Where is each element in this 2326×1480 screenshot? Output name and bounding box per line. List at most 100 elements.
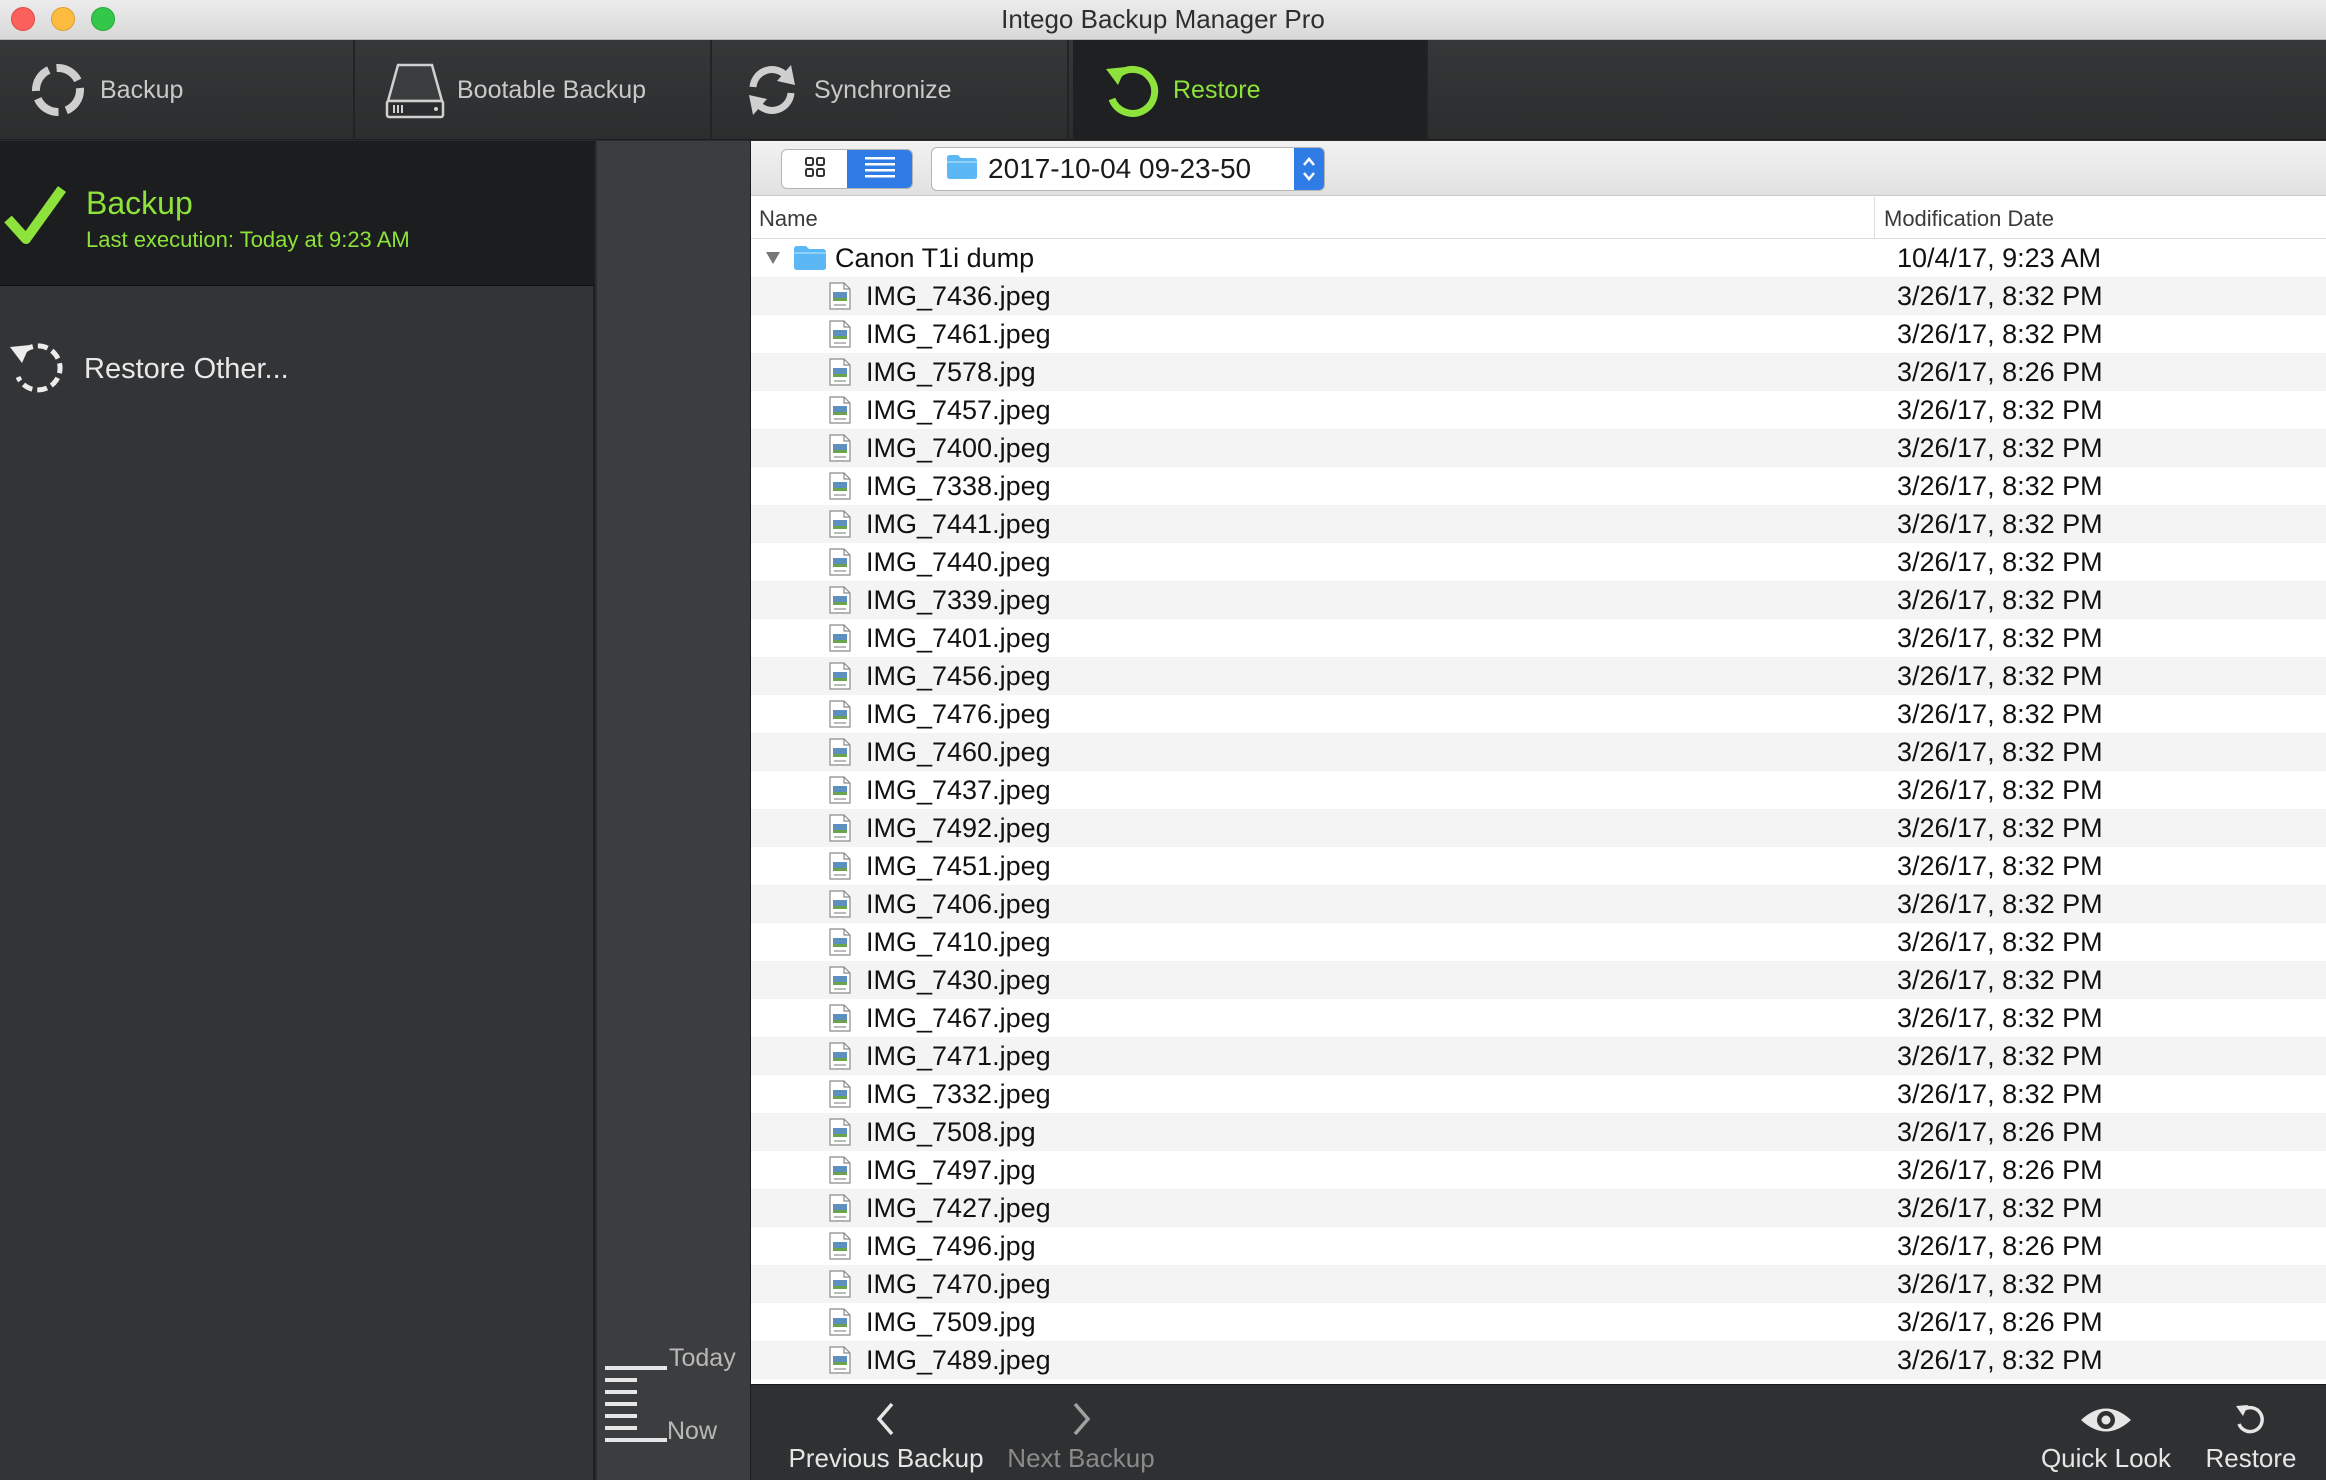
name-column-header[interactable]: Name	[759, 206, 818, 232]
sidebar-backup-last-execution: Last execution: Today at 9:23 AM	[86, 227, 410, 252]
grid-icon	[804, 156, 826, 183]
image-file-icon	[829, 1042, 851, 1075]
file-row[interactable]: IMG_7457.jpeg 3/26/17, 8:32 PM	[751, 391, 2326, 429]
file-row[interactable]: IMG_7496.jpg 3/26/17, 8:26 PM	[751, 1227, 2326, 1265]
restore-button[interactable]: Restore	[2191, 1385, 2311, 1480]
backup-timeline[interactable]: Today Now	[597, 141, 751, 1480]
sync-arrows-icon	[740, 58, 804, 122]
file-list: Canon T1i dump 10/4/17, 9:23 AM IMG_7436…	[751, 239, 2326, 1384]
file-row[interactable]: IMG_7400.jpeg 3/26/17, 8:32 PM	[751, 429, 2326, 467]
image-file-icon	[829, 814, 851, 847]
file-name: IMG_7441.jpeg	[866, 509, 1051, 539]
file-row[interactable]: IMG_7471.jpeg 3/26/17, 8:32 PM	[751, 1037, 2326, 1075]
file-row[interactable]: IMG_7430.jpeg 3/26/17, 8:32 PM	[751, 961, 2326, 999]
folder-date: 10/4/17, 9:23 AM	[1897, 243, 2102, 273]
file-row[interactable]: IMG_7497.jpg 3/26/17, 8:26 PM	[751, 1151, 2326, 1189]
file-row[interactable]: IMG_7489.jpeg 3/26/17, 8:32 PM	[751, 1341, 2326, 1379]
sidebar-backup-title: Backup	[86, 185, 193, 221]
modification-date-column-header[interactable]: Modification Date	[1884, 206, 2054, 232]
image-file-icon	[829, 510, 851, 543]
file-row[interactable]: IMG_7427.jpeg 3/26/17, 8:32 PM	[751, 1189, 2326, 1227]
file-modification-date: 3/26/17, 8:32 PM	[1897, 319, 2103, 349]
file-name: IMG_7476.jpeg	[866, 699, 1051, 729]
previous-backup-button[interactable]: Previous Backup	[786, 1385, 986, 1480]
file-row[interactable]: IMG_7492.jpeg 3/26/17, 8:32 PM	[751, 809, 2326, 847]
file-row[interactable]: IMG_7410.jpeg 3/26/17, 8:32 PM	[751, 923, 2326, 961]
file-modification-date: 3/26/17, 8:32 PM	[1897, 1041, 2103, 1071]
file-modification-date: 3/26/17, 8:32 PM	[1897, 1193, 2103, 1223]
file-row[interactable]: IMG_7406.jpeg 3/26/17, 8:32 PM	[751, 885, 2326, 923]
file-row[interactable]: IMG_7339.jpeg 3/26/17, 8:32 PM	[751, 581, 2326, 619]
timeline-ticks[interactable]	[605, 1366, 675, 1451]
file-name: IMG_7492.jpeg	[866, 813, 1051, 843]
file-modification-date: 3/26/17, 8:26 PM	[1897, 1231, 2103, 1261]
file-row[interactable]: IMG_7470.jpeg 3/26/17, 8:32 PM	[751, 1265, 2326, 1303]
file-row[interactable]: IMG_7467.jpeg 3/26/17, 8:32 PM	[751, 999, 2326, 1037]
image-file-icon	[829, 1346, 851, 1379]
file-row[interactable]: IMG_7460.jpeg 3/26/17, 8:32 PM	[751, 733, 2326, 771]
tab-synchronize[interactable]: Synchronize	[714, 40, 1069, 140]
file-row[interactable]: IMG_7401.jpeg 3/26/17, 8:32 PM	[751, 619, 2326, 657]
file-modification-date: 3/26/17, 8:32 PM	[1897, 737, 2103, 767]
image-file-icon	[829, 1080, 851, 1113]
file-name: IMG_7496.jpg	[866, 1231, 1036, 1261]
file-row[interactable]: IMG_7437.jpeg 3/26/17, 8:32 PM	[751, 771, 2326, 809]
tab-restore[interactable]: Restore	[1073, 40, 1428, 140]
file-row[interactable]: IMG_7456.jpeg 3/26/17, 8:32 PM	[751, 657, 2326, 695]
list-icon	[864, 156, 895, 183]
file-name: IMG_7401.jpeg	[866, 623, 1051, 653]
file-row[interactable]: IMG_7441.jpeg 3/26/17, 8:32 PM	[751, 505, 2326, 543]
file-modification-date: 3/26/17, 8:32 PM	[1897, 585, 2103, 615]
file-row[interactable]: IMG_7508.jpg 3/26/17, 8:26 PM	[751, 1113, 2326, 1151]
tab-bootable-backup[interactable]: Bootable Backup	[357, 40, 712, 140]
hard-drive-icon	[383, 58, 447, 122]
file-row[interactable]: IMG_7461.jpeg 3/26/17, 8:32 PM	[751, 315, 2326, 353]
file-name: IMG_7456.jpeg	[866, 661, 1051, 691]
file-row[interactable]: IMG_7578.jpg 3/26/17, 8:26 PM	[751, 353, 2326, 391]
image-file-icon	[829, 282, 851, 315]
popup-chevrons-icon	[1294, 148, 1324, 190]
file-modification-date: 3/26/17, 8:32 PM	[1897, 927, 2103, 957]
restore-other-icon	[6, 335, 70, 404]
image-file-icon	[829, 776, 851, 809]
backup-date-label: 2017-10-04 09-23-50	[988, 153, 1252, 184]
next-backup-button[interactable]: Next Backup	[1001, 1385, 1161, 1480]
timeline-now-label: Now	[667, 1417, 718, 1445]
file-name: IMG_7461.jpeg	[866, 319, 1051, 349]
backup-date-popup[interactable]: 2017-10-04 09-23-50	[931, 147, 1325, 191]
file-name: IMG_7460.jpeg	[866, 737, 1051, 767]
sidebar-restore-other-label: Restore Other...	[84, 352, 289, 385]
image-file-icon	[829, 396, 851, 429]
disclosure-triangle-icon[interactable]	[765, 251, 781, 270]
file-row[interactable]: IMG_7436.jpeg 3/26/17, 8:32 PM	[751, 277, 2326, 315]
view-mode-segmented-control	[781, 149, 913, 189]
file-modification-date: 3/26/17, 8:32 PM	[1897, 813, 2103, 843]
file-name: IMG_7451.jpeg	[866, 851, 1051, 881]
file-row[interactable]: IMG_7476.jpeg 3/26/17, 8:32 PM	[751, 695, 2326, 733]
previous-backup-label: Previous Backup	[788, 1443, 984, 1473]
column-divider[interactable]	[1874, 197, 1875, 239]
image-file-icon	[829, 662, 851, 695]
image-file-icon	[829, 1232, 851, 1265]
main-toolbar: Backup Bootable Backup Synchronize Resto…	[0, 40, 2326, 140]
quick-look-button[interactable]: Quick Look	[2031, 1385, 2181, 1480]
file-modification-date: 3/26/17, 8:32 PM	[1897, 661, 2103, 691]
file-name: IMG_7436.jpeg	[866, 281, 1051, 311]
file-modification-date: 3/26/17, 8:32 PM	[1897, 547, 2103, 577]
tab-backup[interactable]: Backup	[0, 40, 355, 140]
file-row[interactable]: IMG_7451.jpeg 3/26/17, 8:32 PM	[751, 847, 2326, 885]
quick-look-label: Quick Look	[2040, 1443, 2172, 1473]
file-row[interactable]: IMG_7332.jpeg 3/26/17, 8:32 PM	[751, 1075, 2326, 1113]
sidebar-item-restore-other[interactable]: Restore Other...	[0, 329, 595, 409]
file-row[interactable]: IMG_7440.jpeg 3/26/17, 8:32 PM	[751, 543, 2326, 581]
tab-synchronize-label: Synchronize	[814, 75, 952, 104]
image-file-icon	[829, 1118, 851, 1151]
tab-restore-label: Restore	[1173, 75, 1261, 104]
file-row[interactable]: IMG_7509.jpg 3/26/17, 8:26 PM	[751, 1303, 2326, 1341]
list-view-button[interactable]	[847, 150, 912, 188]
title-bar: Intego Backup Manager Pro	[0, 0, 2326, 40]
icon-view-button[interactable]	[782, 150, 847, 188]
folder-row[interactable]: Canon T1i dump 10/4/17, 9:23 AM	[751, 239, 2326, 277]
file-row[interactable]: IMG_7338.jpeg 3/26/17, 8:32 PM	[751, 467, 2326, 505]
sidebar-item-backup[interactable]: Backup Last execution: Today at 9:23 AM	[0, 141, 595, 286]
